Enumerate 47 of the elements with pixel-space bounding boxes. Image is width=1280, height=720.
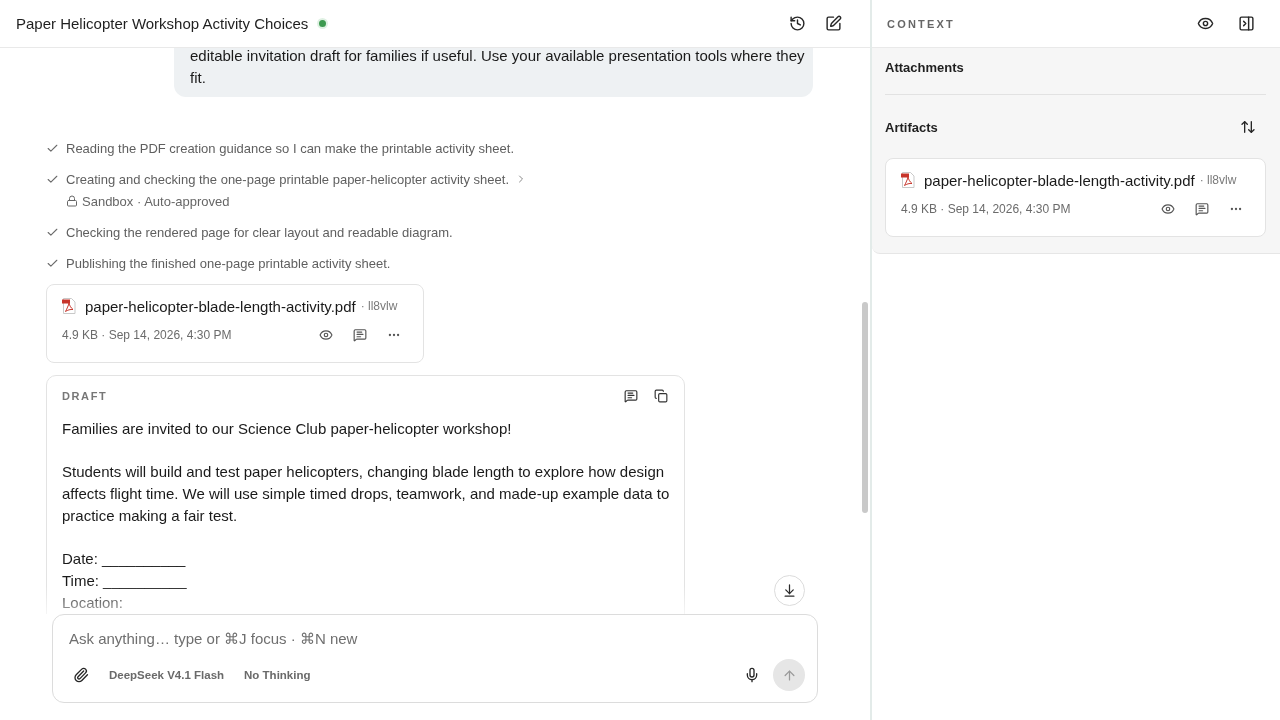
- paperclip-icon: [73, 667, 89, 683]
- copy-icon: [654, 389, 668, 403]
- step-text: Creating and checking the one-page printable paper-helicopter activity sheet.: [66, 171, 509, 187]
- sort-arrows-icon: [1240, 119, 1256, 135]
- step-text: Checking the rendered page for clear layout and readable diagram.: [66, 224, 453, 240]
- model-picker[interactable]: DeepSeek V4.1 Flash: [109, 663, 225, 687]
- download-arrow-icon: [782, 583, 797, 598]
- comment-icon: [1195, 202, 1209, 216]
- artifact-card[interactable]: paper-helicopter-blade-length-activity.pdf · ll8vlw 4.9 KB · Sep 14, 2026, 4:30 PM: [885, 158, 1266, 237]
- panel-title: CONTEXT: [887, 17, 955, 30]
- eye-icon: [1161, 202, 1175, 216]
- chat-title: Paper Helicopter Workshop Activity Choices: [16, 15, 309, 32]
- eye-icon: [1196, 15, 1214, 32]
- artifact-card[interactable]: paper-helicopter-blade-length-activity.pdf · ll8vlw 4.9 KB · Sep 14, 2026, 4:30 PM: [46, 284, 424, 363]
- pdf-file-icon: [901, 172, 915, 188]
- comment-icon: [353, 328, 367, 342]
- section-title: Artifacts: [885, 119, 938, 135]
- file-tag: · ll8vlw: [360, 299, 398, 313]
- step-text: Publishing the finished one-page printable activity sheet.: [66, 255, 391, 271]
- draft-label: DRAFT: [62, 390, 108, 402]
- draft-text: Date: __________: [62, 549, 187, 569]
- thinking-picker[interactable]: No Thinking: [244, 663, 311, 687]
- microphone-icon: [744, 667, 760, 683]
- file-name[interactable]: paper-helicopter-blade-length-activity.pdf: [85, 297, 356, 315]
- draft-text: Students will build and test paper helicopters, changing blade length to explore how design affects flight time. We will use simple timed drops, teamwork, and made-up example data to practice making a fair test.: [62, 462, 671, 526]
- lock-icon: [66, 195, 78, 207]
- panel-icon: [1237, 15, 1255, 32]
- scroll-down-button[interactable]: [774, 575, 805, 606]
- file-details: 4.9 KB · Sep 14, 2026, 4:30 PM: [62, 328, 232, 342]
- draft-text: Time: __________: [62, 571, 188, 591]
- file-name[interactable]: paper-helicopter-blade-length-activity.pdf: [924, 171, 1195, 189]
- draft-text: Location:: [62, 593, 124, 613]
- edit-icon: [824, 15, 842, 32]
- scrollbar-thumb[interactable]: [862, 302, 868, 513]
- step-text: Reading the PDF creation guidance so I can make the printable activity sheet.: [66, 140, 515, 156]
- comment-icon: [624, 389, 638, 403]
- message-input[interactable]: Ask anything… type or ⌘J focus · ⌘N new: [69, 626, 805, 650]
- file-tag: · ll8vlw: [1199, 173, 1237, 187]
- step-detail: Sandbox · Auto-approved: [82, 193, 230, 209]
- eye-icon: [319, 328, 333, 342]
- section-title: Attachments: [885, 59, 964, 75]
- draft-text: Families are invited to our Science Club paper-helicopter workshop!: [62, 419, 513, 439]
- pdf-file-icon: [62, 298, 76, 314]
- history-icon: [788, 15, 806, 32]
- message-text: editable invitation draft for families if useful. Use your available presentation tools where they fit.: [190, 48, 806, 88]
- file-details: 4.9 KB · Sep 14, 2026, 4:30 PM: [901, 202, 1071, 216]
- composer-panel[interactable]: Ask anything… type or ⌘J focus · ⌘N new DeepSeek V4.1 Flash No Thinking: [52, 614, 818, 703]
